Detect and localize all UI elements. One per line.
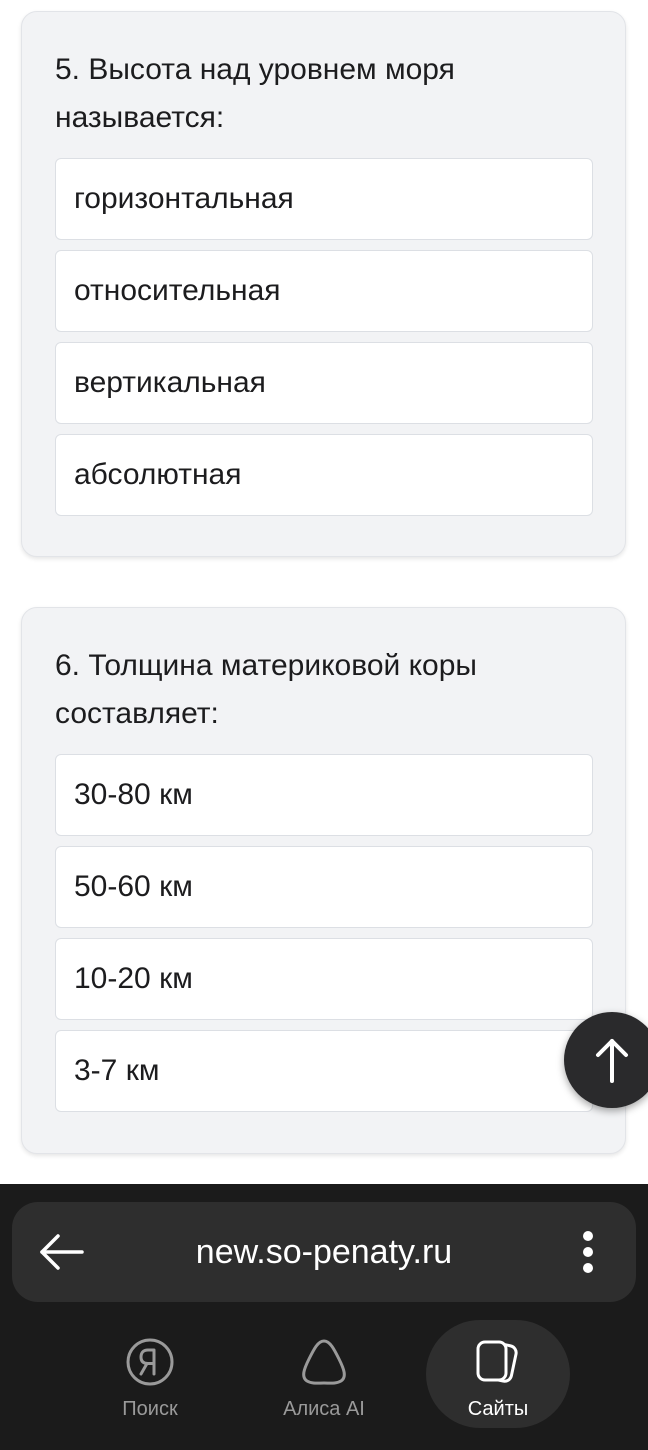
nav-search-label: Поиск bbox=[122, 1398, 178, 1420]
answer-option[interactable]: 30-80 км bbox=[55, 754, 593, 836]
arrow-up-icon bbox=[596, 1039, 628, 1083]
url-text[interactable]: new.so-penaty.ru bbox=[112, 1202, 536, 1302]
browser-bottom-bar: new.so-penaty.ru Поиск Алиса AI Сайты bbox=[0, 1184, 648, 1450]
answer-option[interactable]: 10-20 км bbox=[55, 938, 593, 1020]
page: 5. Высота над уровнем моря называется: г… bbox=[0, 0, 648, 1450]
address-bar[interactable]: new.so-penaty.ru bbox=[12, 1202, 636, 1302]
answer-option[interactable]: горизонтальная bbox=[55, 158, 593, 240]
tabs-icon bbox=[470, 1334, 526, 1390]
kebab-menu-icon bbox=[583, 1231, 593, 1273]
answer-option[interactable]: абсолютная bbox=[55, 434, 593, 516]
nav-alice-label: Алиса AI bbox=[283, 1398, 365, 1420]
yandex-logo-icon bbox=[122, 1334, 178, 1390]
answer-option[interactable]: 50-60 км bbox=[55, 846, 593, 928]
question-card-5: 5. Высота над уровнем моря называется: г… bbox=[21, 11, 626, 557]
question-text: 6. Толщина материковой коры составляет: bbox=[55, 649, 477, 730]
nav-alice[interactable]: Алиса AI bbox=[252, 1320, 396, 1428]
question-text: 5. Высота над уровнем моря называется: bbox=[55, 53, 455, 134]
question-card-6: 6. Толщина материковой коры составляет: … bbox=[21, 607, 626, 1154]
answer-option[interactable]: 3-7 км bbox=[55, 1030, 593, 1112]
alice-icon bbox=[296, 1334, 352, 1390]
back-button[interactable] bbox=[34, 1224, 90, 1280]
answer-option[interactable]: относительная bbox=[55, 250, 593, 332]
answer-option[interactable]: вертикальная bbox=[55, 342, 593, 424]
arrow-left-icon bbox=[40, 1234, 84, 1270]
nav-sites[interactable]: Сайты bbox=[426, 1320, 570, 1428]
nav-search[interactable]: Поиск bbox=[78, 1320, 222, 1428]
menu-button[interactable] bbox=[568, 1226, 608, 1278]
nav-sites-label: Сайты bbox=[467, 1398, 529, 1420]
